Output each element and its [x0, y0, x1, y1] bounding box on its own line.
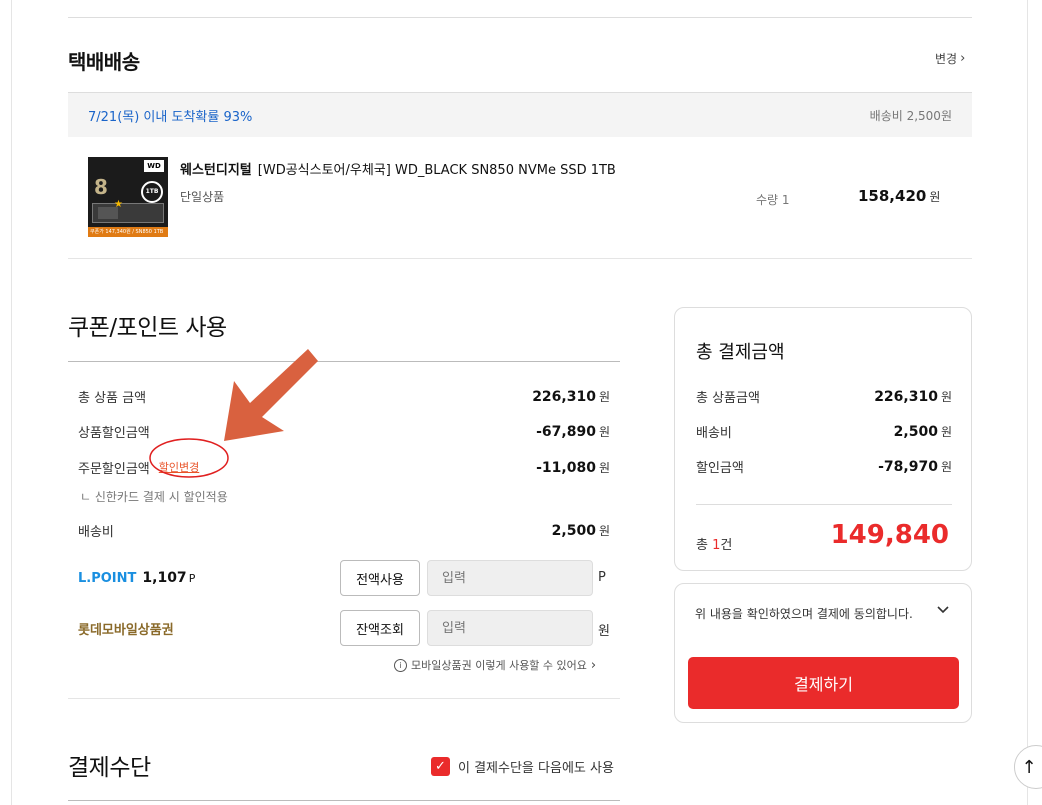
reuse-payment-option[interactable]: ✓ 이 결제수단을 다음에도 사용: [431, 757, 614, 776]
frame-border-right: [1027, 0, 1028, 805]
summary-title: 총 결제금액: [696, 342, 785, 363]
thumbnail-price-strip: 쿠폰가 147,340원 / SN850 1TB: [88, 227, 168, 237]
row-value: -67,890 원: [536, 423, 610, 440]
product-price-value: 158,420: [858, 187, 927, 205]
arrow-up-icon: ↑: [1021, 756, 1037, 778]
product-quantity: 수량 1: [756, 193, 790, 207]
checkmark-icon[interactable]: ✓: [431, 757, 450, 776]
row-value: 226,310 원: [532, 388, 610, 405]
pay-button[interactable]: 결제하기: [688, 657, 959, 709]
chevron-right-icon: ›: [960, 51, 966, 66]
row-order-discount: 주문할인금액 할인변경 -11,080 원: [78, 456, 610, 478]
card-discount-note: ㄴ 신한카드 결제 시 할인적용: [80, 490, 228, 504]
product-option: 단일상품: [180, 190, 225, 204]
lpoint-row: L.POINT 1,107P 전액사용 P: [78, 560, 618, 596]
product-title: [WD공식스토어/우체국] WD_BLACK SN850 NVMe SSD 1T…: [257, 163, 616, 178]
info-icon: i: [394, 658, 407, 672]
coupon-bottom-divider: [68, 698, 620, 699]
row-label: 배송비: [78, 524, 114, 540]
check-balance-button[interactable]: 잔액조회: [340, 610, 420, 646]
chevron-right-icon: ›: [590, 657, 597, 673]
change-shipping-link[interactable]: 변경 ›: [935, 50, 965, 67]
row-label: 상품할인금액: [78, 425, 150, 441]
summary-row-discount: 할인금액 -78,970 원: [696, 459, 952, 476]
mobile-voucher-help-link[interactable]: i 모바일상품권 이렇게 사용할 수 있어요 ›: [394, 657, 596, 673]
payment-summary-box: 총 결제금액 총 상품금액 226,310 원 배송비 2,500 원 할인금액 -…: [674, 307, 972, 571]
agreement-box: 위 내용을 확인하였으며 결제에 동의합니다. 결제하기: [674, 583, 972, 723]
product-price: 158,420 원: [858, 187, 940, 205]
order-discount-label: 주문할인금액: [78, 461, 150, 477]
mobile-help-text: 모바일상품권 이렇게 사용할 수 있어요: [411, 659, 587, 672]
product-name[interactable]: 웨스턴디지털 [WD공식스토어/우체국] WD_BLACK SN850 NVMe …: [180, 159, 616, 178]
payment-divider: [68, 800, 620, 801]
star-icon: ★: [114, 199, 123, 210]
summary-row-product-amount: 총 상품금액 226,310 원: [696, 389, 952, 406]
delivery-fee: 배송비 2,500원: [869, 108, 952, 123]
capacity-badge: 1TB: [141, 181, 163, 203]
row-label: 총 상품 금액: [78, 390, 147, 406]
product-price-unit: 원: [929, 190, 941, 204]
lpoint-balance: 1,107 P: [142, 570, 196, 586]
summary-divider: [696, 504, 952, 505]
lpoint-label: L.POINT: [78, 570, 137, 586]
delivery-info-bar: 7/21(목) 이내 도착확률 93% 배송비 2,500원: [68, 92, 972, 137]
row-product-discount: 상품할인금액 -67,890 원: [78, 420, 610, 442]
payment-method-title: 결제수단: [68, 755, 151, 781]
mobile-voucher-label: 롯데모바일상품권: [78, 622, 174, 638]
shipping-title: 택배배송: [68, 50, 140, 74]
frame-border-left: [11, 0, 12, 805]
total-item-count: 총 1건: [696, 538, 733, 553]
mobile-voucher-input[interactable]: [427, 610, 593, 646]
change-label: 변경: [935, 52, 958, 66]
use-all-points-button[interactable]: 전액사용: [340, 560, 420, 596]
summary-row-shipping: 배송비 2,500 원: [696, 424, 952, 441]
wd-logo-icon: WD: [144, 160, 164, 172]
total-payment-amount: 149,840: [830, 520, 949, 550]
row-shipping-fee: 배송비 2,500 원: [78, 519, 610, 541]
product-brand: 웨스턴디지털: [180, 163, 252, 178]
row-value: 2,500 원: [551, 522, 610, 539]
row-label: 주문할인금액 할인변경: [78, 458, 199, 477]
coupon-point-title: 쿠폰/포인트 사용: [68, 315, 227, 341]
product-thumbnail[interactable]: 8 WD 1TB ★ 쿠폰가 147,340원 / SN850 1TB: [88, 157, 168, 237]
discount-change-link[interactable]: 할인변경: [159, 459, 199, 475]
scroll-top-button[interactable]: ↑: [1014, 745, 1042, 789]
lpoint-unit: P: [598, 570, 606, 585]
product-item: 8 WD 1TB ★ 쿠폰가 147,340원 / SN850 1TB 웨스턴디…: [68, 137, 972, 259]
chevron-down-icon[interactable]: [937, 603, 949, 618]
delivery-date: 7/21(목) 이내 도착확률 93%: [88, 109, 253, 125]
coupon-divider: [68, 361, 620, 362]
agreement-text: 위 내용을 확인하였으며 결제에 동의합니다.: [695, 607, 913, 621]
mobile-voucher-row: 롯데모바일상품권 잔액조회 원: [78, 610, 618, 646]
top-divider: [68, 17, 972, 18]
row-value: -11,080 원: [536, 459, 610, 476]
mobile-voucher-unit: 원: [598, 624, 610, 639]
lpoint-input[interactable]: [427, 560, 593, 596]
row-total-product-amount: 총 상품 금액 226,310 원: [78, 385, 610, 407]
thumbnail-digit: 8: [94, 175, 108, 199]
reuse-payment-label: 이 결제수단을 다음에도 사용: [458, 761, 614, 776]
